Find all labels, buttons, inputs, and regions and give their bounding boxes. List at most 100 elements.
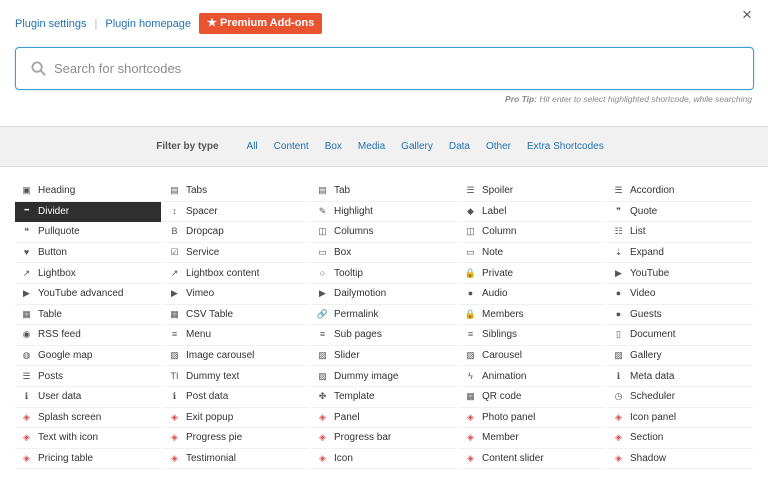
shortcode-item[interactable]: ☰ Spoiler (459, 181, 605, 202)
shortcode-item[interactable]: ≡ Sub pages (311, 325, 457, 346)
shortcode-label: Panel (334, 411, 360, 423)
shortcode-item[interactable]: ◍ Google map (15, 346, 161, 367)
shortcode-item[interactable]: ℹ User data (15, 387, 161, 408)
shortcode-item[interactable]: ≡ Siblings (459, 325, 605, 346)
shortcode-item[interactable]: ▶ YouTube (607, 263, 753, 284)
plugin-homepage-link[interactable]: Plugin homepage (105, 18, 191, 30)
shortcode-item[interactable]: ▨ Dummy image (311, 366, 457, 387)
shortcode-item[interactable]: ● Audio (459, 284, 605, 305)
shortcode-item[interactable]: ♥ Button (15, 243, 161, 264)
shortcode-item[interactable]: ϟ Animation (459, 366, 605, 387)
shortcode-item[interactable]: ℹ Meta data (607, 366, 753, 387)
shortcode-item[interactable]: ▤ Tabs (163, 181, 309, 202)
shortcode-label: List (630, 226, 646, 238)
filter-extra-shortcodes[interactable]: Extra Shortcodes (527, 141, 604, 152)
shortcode-item[interactable]: ▣ Heading (15, 181, 161, 202)
shortcode-label: Audio (482, 288, 508, 300)
shortcode-item[interactable]: ◈ Panel (311, 408, 457, 429)
globe-icon: ◍ (22, 350, 31, 361)
shortcode-item[interactable]: 🔒 Members (459, 305, 605, 326)
shortcode-item[interactable]: ○ Tooltip (311, 263, 457, 284)
list-ol-icon: ☷ (614, 226, 623, 237)
shortcode-item[interactable]: ◈ Progress bar (311, 428, 457, 449)
shortcode-item[interactable]: ≡ Menu (163, 325, 309, 346)
shortcode-item[interactable]: ☰ Posts (15, 366, 161, 387)
shortcode-label: Progress pie (186, 432, 243, 444)
shortcode-label: Permalink (334, 308, 379, 320)
premium-addons-button[interactable]: ★ Premium Add-ons (199, 13, 323, 34)
shortcode-item[interactable]: ◷ Scheduler (607, 387, 753, 408)
shortcode-item[interactable]: ▭ Box (311, 243, 457, 264)
shortcode-item[interactable]: ◆ Label (459, 202, 605, 223)
filter-box[interactable]: Box (325, 141, 342, 152)
shortcode-item[interactable]: ◈ Text with icon (15, 428, 161, 449)
filter-gallery[interactable]: Gallery (401, 141, 433, 152)
shortcode-item[interactable]: TI Dummy text (163, 366, 309, 387)
filter-label: Filter by type (156, 141, 219, 152)
stack-addon-icon: ◈ (171, 453, 178, 464)
shortcode-item[interactable]: ▦ QR code (459, 387, 605, 408)
close-icon[interactable]: × (738, 6, 756, 24)
stack-addon-icon: ◈ (467, 411, 474, 422)
shortcode-item[interactable]: ▨ Gallery (607, 346, 753, 367)
shortcode-label: Splash screen (38, 411, 102, 423)
shortcode-item[interactable]: ℹ Post data (163, 387, 309, 408)
shortcode-item[interactable]: ☑ Service (163, 243, 309, 264)
shortcode-item[interactable]: ☷ List (607, 222, 753, 243)
shortcode-item[interactable]: ◫ Column (459, 222, 605, 243)
shortcode-item[interactable]: ◈ Icon (311, 449, 457, 470)
shortcode-item[interactable]: ↗ Lightbox (15, 263, 161, 284)
shortcode-item[interactable]: ▨ Slider (311, 346, 457, 367)
shortcode-item[interactable]: ◈ Shadow (607, 449, 753, 470)
bars-icon: ≡ (319, 329, 326, 340)
shortcode-item[interactable]: 🔒 Private (459, 263, 605, 284)
search-icon (22, 48, 54, 89)
shortcode-item[interactable]: ◈ Section (607, 428, 753, 449)
shortcode-item[interactable]: ◫ Columns (311, 222, 457, 243)
shortcode-item[interactable]: ❞ Quote (607, 202, 753, 223)
pencil-icon: ✎ (318, 205, 327, 216)
shortcode-item[interactable]: ▶ Dailymotion (311, 284, 457, 305)
shortcode-item[interactable]: ⇣ Expand (607, 243, 753, 264)
search-input[interactable] (54, 49, 753, 88)
plugin-settings-link[interactable]: Plugin settings (15, 18, 87, 30)
shortcode-item[interactable]: ▶ Vimeo (163, 284, 309, 305)
shortcode-item[interactable]: B Dropcap (163, 222, 309, 243)
shortcode-item[interactable]: ◈ Splash screen (15, 408, 161, 429)
filter-all[interactable]: All (247, 141, 258, 152)
shortcode-label: Gallery (630, 350, 662, 362)
shortcode-item[interactable]: ◈ Pricing table (15, 449, 161, 470)
shortcode-item[interactable]: ✤ Template (311, 387, 457, 408)
shortcode-item[interactable]: ▤ Tab (311, 181, 457, 202)
shortcode-item[interactable]: ● Guests (607, 305, 753, 326)
shortcode-item[interactable]: ▦ Table (15, 305, 161, 326)
shortcode-item[interactable]: ☰ Accordion (607, 181, 753, 202)
shortcode-item[interactable]: ◈ Icon panel (607, 408, 753, 429)
shortcode-label: Service (186, 247, 220, 259)
shortcode-item[interactable]: ▨ Image carousel (163, 346, 309, 367)
filter-media[interactable]: Media (358, 141, 385, 152)
filter-other[interactable]: Other (486, 141, 511, 152)
shortcode-item[interactable]: ▶ YouTube advanced (15, 284, 161, 305)
shortcode-item[interactable]: ◉ RSS feed (15, 325, 161, 346)
shortcode-item[interactable]: ◈ Member (459, 428, 605, 449)
shortcode-item[interactable]: ▦ CSV Table (163, 305, 309, 326)
shortcode-item[interactable]: ◈ Testimonial (163, 449, 309, 470)
shortcode-item[interactable]: ▨ Carousel (459, 346, 605, 367)
shortcode-item[interactable]: ••• Divider (15, 201, 161, 223)
shortcode-item[interactable]: ▭ Note (459, 243, 605, 264)
shortcode-item[interactable]: 🔗 Permalink (311, 305, 457, 326)
shortcode-item[interactable]: ❝ Pullquote (15, 222, 161, 243)
shortcode-item[interactable]: ◈ Exit popup (163, 408, 309, 429)
shortcode-item[interactable]: ▯ Document (607, 325, 753, 346)
shortcode-label: Image carousel (186, 350, 255, 362)
filter-content[interactable]: Content (274, 141, 309, 152)
shortcode-item[interactable]: ✎ Highlight (311, 202, 457, 223)
filter-data[interactable]: Data (449, 141, 470, 152)
shortcode-item[interactable]: ● Video (607, 284, 753, 305)
shortcode-item[interactable]: ↕ Spacer (163, 202, 309, 223)
shortcode-item[interactable]: ◈ Content slider (459, 449, 605, 470)
shortcode-item[interactable]: ↗ Lightbox content (163, 263, 309, 284)
shortcode-item[interactable]: ◈ Photo panel (459, 408, 605, 429)
shortcode-item[interactable]: ◈ Progress pie (163, 428, 309, 449)
